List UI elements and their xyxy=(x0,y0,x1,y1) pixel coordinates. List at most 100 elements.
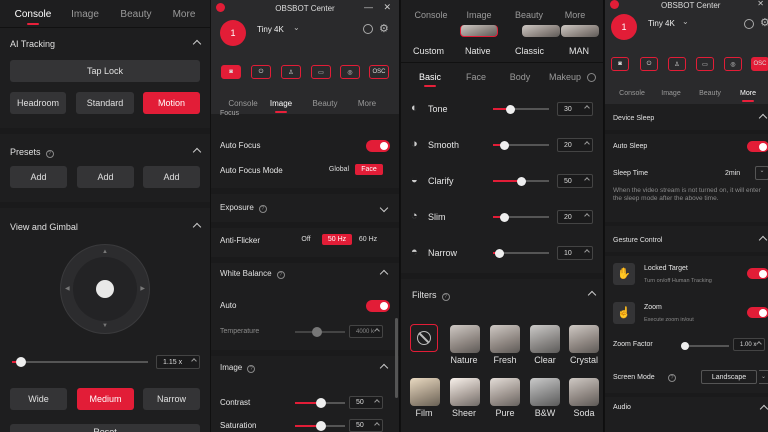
chevron-down-icon[interactable]: ⌄ xyxy=(755,166,768,180)
reset-button[interactable]: Reset xyxy=(10,424,200,432)
motion-button[interactable]: Motion xyxy=(143,92,200,114)
filter-nature-thumb[interactable] xyxy=(450,325,480,353)
tab-image[interactable]: Image xyxy=(263,99,299,113)
add-preset-button[interactable]: Add xyxy=(10,166,67,188)
flicker-60hz-option[interactable]: 60 Hz xyxy=(352,234,384,245)
temperature-slider[interactable] xyxy=(295,327,345,337)
style-man-label[interactable]: MAN xyxy=(569,46,589,56)
flicker-off-option[interactable]: Off xyxy=(290,234,322,245)
arrow-down-icon[interactable]: ▼ xyxy=(102,323,108,329)
flicker-50hz-option[interactable]: 50 Hz xyxy=(322,234,352,245)
arrow-right-icon[interactable]: ▶ xyxy=(140,285,145,292)
headroom-button[interactable]: Headroom xyxy=(10,92,66,114)
ai-tracking-header[interactable]: AI Tracking xyxy=(0,38,210,50)
style-man-thumb[interactable] xyxy=(561,25,599,37)
close-icon[interactable]: ✕ xyxy=(757,0,764,8)
beauty-slider[interactable] xyxy=(493,212,549,222)
gesture-icon[interactable]: ◎ xyxy=(340,65,360,79)
slider-knob[interactable] xyxy=(505,104,515,114)
tab-beauty[interactable]: Beauty xyxy=(114,9,158,20)
style-classic-label[interactable]: Classic xyxy=(515,46,544,56)
zoom-value-input[interactable]: 1.15 x xyxy=(156,355,200,369)
style-classic-thumb[interactable] xyxy=(522,25,560,37)
beauty-value-input[interactable]: 20 xyxy=(557,138,593,152)
image-header[interactable]: Image? xyxy=(211,362,399,374)
power-icon[interactable]: ⏻ xyxy=(251,65,271,79)
beauty-slider[interactable] xyxy=(493,176,549,186)
slider-knob[interactable] xyxy=(500,212,510,222)
tab-beauty[interactable]: Beauty xyxy=(305,99,345,108)
view-gimbal-header[interactable]: View and Gimbal xyxy=(0,221,210,233)
gesture-control-header[interactable]: Gesture Control xyxy=(605,234,768,246)
auto-wb-toggle[interactable] xyxy=(366,300,390,312)
gear-icon[interactable]: ⚙ xyxy=(760,16,768,29)
osc-button[interactable]: OSC xyxy=(751,57,768,71)
zoom-gesture-toggle[interactable] xyxy=(747,307,768,318)
tab-more[interactable]: More xyxy=(164,9,204,20)
slider-knob[interactable] xyxy=(312,327,322,337)
audio-section-title[interactable]: Audio xyxy=(613,404,631,411)
scrollbar[interactable] xyxy=(395,318,398,398)
power-icon[interactable]: ⏻ xyxy=(640,57,658,71)
slider-knob[interactable] xyxy=(316,398,326,408)
add-preset-button[interactable]: Add xyxy=(77,166,134,188)
beauty-value-input[interactable]: 20 xyxy=(557,210,593,224)
joystick-knob[interactable] xyxy=(96,280,114,298)
tab-beauty[interactable]: Beauty xyxy=(507,10,551,20)
filter-sheer-thumb[interactable] xyxy=(450,378,480,406)
screen-icon[interactable]: ▭ xyxy=(696,57,714,71)
tab-image[interactable]: Image xyxy=(60,9,110,20)
exposure-header[interactable]: Exposure? xyxy=(211,202,399,214)
filter-film-thumb[interactable] xyxy=(410,378,440,406)
sleep-time-value[interactable]: 2min xyxy=(725,170,740,177)
filter-none[interactable] xyxy=(410,324,438,352)
beauty-slider[interactable] xyxy=(493,140,549,150)
locked-target-toggle[interactable] xyxy=(747,268,768,279)
medium-button[interactable]: Medium xyxy=(77,388,134,410)
af-global-option[interactable]: Global xyxy=(323,164,355,175)
chevron-down-icon[interactable]: ⌄ xyxy=(293,23,300,32)
settings-circle-icon[interactable] xyxy=(363,24,373,34)
add-preset-button[interactable]: Add xyxy=(143,166,200,188)
device-avatar[interactable]: 1 xyxy=(611,14,637,40)
slider-knob[interactable] xyxy=(500,140,510,150)
camera-icon[interactable]: ◙ xyxy=(221,65,241,79)
filter-soda-thumb[interactable] xyxy=(569,378,599,406)
tracking-icon[interactable]: ♙ xyxy=(668,57,686,71)
tracking-icon[interactable]: ♙ xyxy=(281,65,301,79)
slider-knob[interactable] xyxy=(16,357,26,367)
tab-console[interactable]: Console xyxy=(615,90,649,97)
beauty-value-input[interactable]: 50 xyxy=(557,174,593,188)
slider-knob[interactable] xyxy=(494,248,504,258)
af-face-option[interactable]: Face xyxy=(355,164,383,175)
filter-fresh-thumb[interactable] xyxy=(490,325,520,353)
beauty-value-input[interactable]: 10 xyxy=(557,246,593,260)
chevron-down-icon[interactable]: ⌄ xyxy=(759,370,768,384)
filter-bw-thumb[interactable] xyxy=(530,378,560,406)
tab-more[interactable]: More xyxy=(349,99,385,108)
style-native-label[interactable]: Native xyxy=(465,46,491,56)
close-icon[interactable]: ✕ xyxy=(383,2,391,13)
device-sleep-header[interactable]: Device Sleep xyxy=(605,112,768,124)
saturation-slider[interactable] xyxy=(295,421,345,431)
tab-beauty[interactable]: Beauty xyxy=(693,90,727,97)
beauty-value-input[interactable]: 30 xyxy=(557,102,593,116)
tab-console[interactable]: Console xyxy=(409,10,453,20)
auto-sleep-toggle[interactable] xyxy=(747,141,768,152)
device-avatar[interactable]: 1 xyxy=(220,20,246,46)
slider-knob[interactable] xyxy=(316,421,326,431)
arrow-up-icon[interactable]: ▲ xyxy=(102,249,108,255)
device-name[interactable]: Tiny 4K xyxy=(257,25,284,34)
minimize-icon[interactable]: — xyxy=(364,2,373,12)
tab-console[interactable]: Console xyxy=(10,9,56,25)
beauty-slider[interactable] xyxy=(493,104,549,114)
gear-icon[interactable]: ⚙ xyxy=(379,22,389,35)
subtab-basic[interactable]: Basic xyxy=(413,72,447,87)
device-name[interactable]: Tiny 4K xyxy=(648,19,675,28)
camera-icon[interactable]: ◙ xyxy=(611,57,629,71)
zoom-factor-input[interactable]: 1.00 x xyxy=(733,338,765,351)
saturation-input[interactable]: 50 xyxy=(349,419,383,432)
narrow-button[interactable]: Narrow xyxy=(143,388,200,410)
auto-focus-toggle[interactable] xyxy=(366,140,390,152)
settings-circle-icon[interactable] xyxy=(744,19,754,29)
